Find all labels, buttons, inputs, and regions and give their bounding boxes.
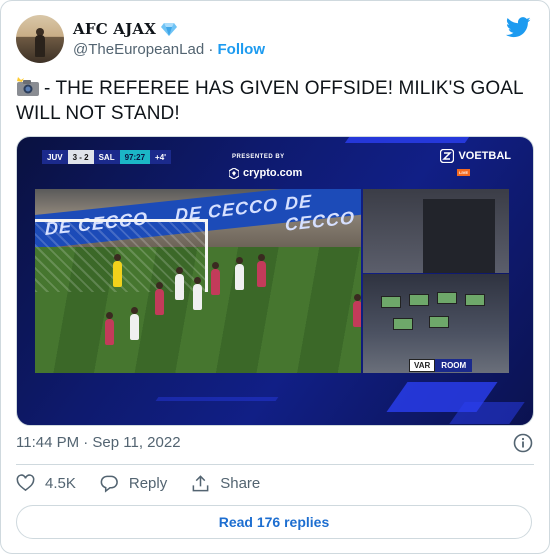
blue-diamond-icon bbox=[161, 23, 178, 36]
heart-icon bbox=[16, 474, 35, 492]
goalkeeper bbox=[113, 254, 122, 287]
reply-label: Reply bbox=[128, 475, 168, 492]
player bbox=[257, 254, 266, 287]
separator-dot: · bbox=[208, 41, 214, 58]
scorebug: JUV 3 - 2 SAL 97:27 +4' bbox=[42, 150, 172, 164]
var-monitor bbox=[381, 296, 401, 308]
player bbox=[105, 312, 114, 345]
var-monitor bbox=[465, 294, 485, 306]
handle-row: @TheEuropeanLad · Follow bbox=[73, 41, 265, 58]
player bbox=[175, 267, 184, 300]
player bbox=[155, 282, 164, 315]
added-time: +4' bbox=[150, 150, 172, 164]
player bbox=[353, 294, 361, 327]
broadcaster-name: VOETBAL bbox=[458, 150, 511, 162]
player bbox=[130, 307, 139, 340]
read-replies-button[interactable]: Read 176 replies bbox=[16, 505, 532, 539]
avatar[interactable] bbox=[16, 15, 64, 63]
share-button[interactable]: Share bbox=[191, 474, 260, 493]
sponsor-logo: crypto.com bbox=[229, 167, 302, 179]
tweet-text: - THE REFEREE HAS GIVEN OFFSIDE! MILIK'S… bbox=[16, 76, 536, 126]
ad-board-text: DE CECCO bbox=[285, 190, 356, 235]
var-monitor bbox=[429, 316, 449, 328]
avatar-figure bbox=[35, 35, 45, 57]
var-monitor bbox=[437, 292, 457, 304]
score: 3 - 2 bbox=[67, 150, 94, 164]
var-room-label: VAR ROOM bbox=[409, 359, 473, 372]
crypto-com-icon bbox=[229, 167, 239, 179]
graphic-streak bbox=[155, 397, 279, 401]
player bbox=[235, 257, 244, 290]
graphic-streak bbox=[344, 137, 470, 143]
share-label: Share bbox=[220, 475, 261, 492]
ziggo-icon bbox=[440, 149, 455, 163]
display-name[interactable]: AFC AJAX bbox=[73, 20, 156, 38]
tweet-card: AFC AJAX @TheEuropeanLad · Follow - THE … bbox=[0, 0, 550, 554]
tweet-media-image[interactable]: JUV 3 - 2 SAL 97:27 +4' PRESENTED BY cry… bbox=[16, 136, 534, 426]
follow-button[interactable]: Follow bbox=[218, 41, 266, 58]
camera-flash-icon bbox=[17, 77, 39, 96]
tweet-timestamp[interactable]: 11:44 PM · Sep 11, 2022 bbox=[16, 434, 181, 451]
player bbox=[193, 277, 202, 310]
reply-button[interactable]: Reply bbox=[100, 474, 167, 493]
reply-bubble-icon bbox=[100, 475, 118, 493]
var-feed-shadow bbox=[423, 199, 495, 273]
author-handle[interactable]: @TheEuropeanLad bbox=[73, 41, 204, 58]
match-clock: 97:27 bbox=[119, 150, 151, 164]
like-count: 4.5K bbox=[45, 475, 76, 492]
sponsor-name: crypto.com bbox=[243, 167, 303, 179]
tweet-actions: 4.5K Reply Share bbox=[16, 474, 284, 493]
away-team: SAL bbox=[93, 150, 120, 164]
var-monitor bbox=[409, 294, 429, 306]
author-name-row: AFC AJAX bbox=[73, 20, 178, 38]
like-button[interactable]: 4.5K bbox=[16, 474, 76, 493]
tweet-body: - THE REFEREE HAS GIVEN OFFSIDE! MILIK'S… bbox=[16, 78, 523, 124]
match-footage: DE CECCO DE CECCO DE CECCO bbox=[35, 189, 361, 373]
var-label-left: VAR bbox=[409, 359, 436, 372]
var-monitor bbox=[393, 318, 413, 330]
divider bbox=[16, 464, 534, 465]
info-icon[interactable] bbox=[513, 433, 533, 453]
var-camera-feed bbox=[363, 189, 509, 273]
live-tag: LIVE bbox=[457, 169, 470, 176]
twitter-bird-icon[interactable] bbox=[506, 17, 531, 38]
broadcaster-logo: VOETBAL bbox=[440, 149, 511, 163]
var-label-right: ROOM bbox=[435, 359, 473, 372]
share-icon bbox=[192, 475, 209, 492]
presented-by: PRESENTED BY bbox=[232, 154, 285, 160]
player bbox=[211, 262, 220, 295]
home-team: JUV bbox=[42, 150, 68, 164]
